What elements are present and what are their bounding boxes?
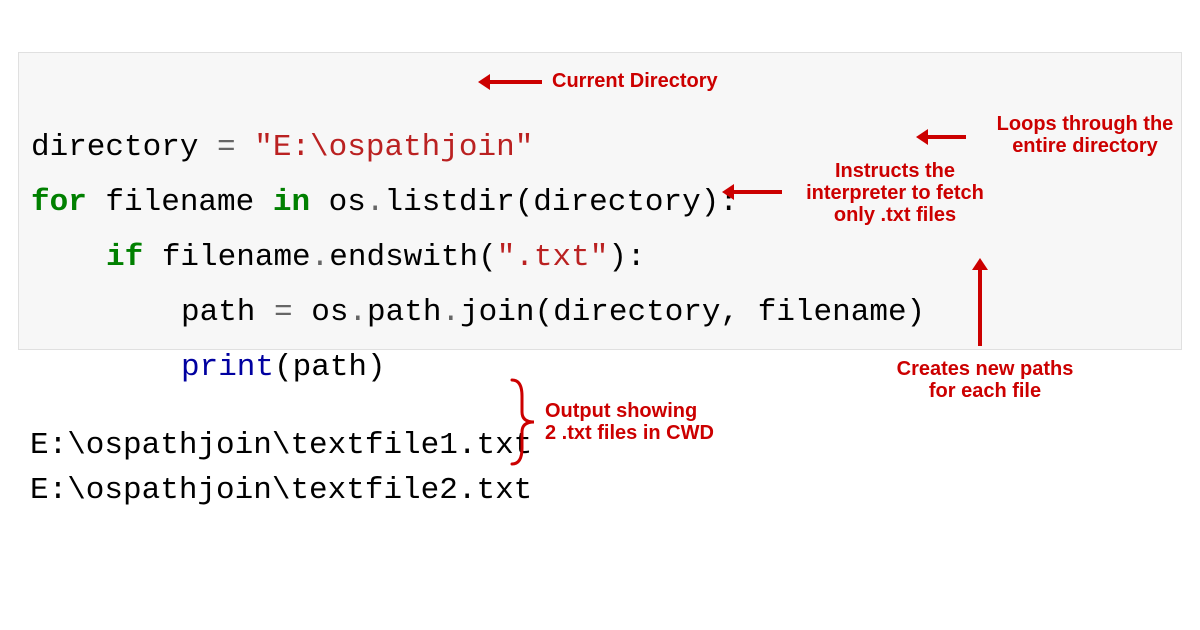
- code-line-3: if filename.endswith(".txt"):: [31, 240, 646, 275]
- annotation-current-directory: Current Directory: [552, 70, 718, 92]
- arrow-up-icon: [978, 268, 982, 346]
- code-line-1: directory = "E:\ospathjoin": [31, 130, 533, 165]
- code-line-2: for filename in os.listdir(directory):: [31, 185, 738, 220]
- brace-icon: [508, 376, 538, 468]
- arrow-left-icon: [732, 190, 782, 194]
- code-line-4: path = os.path.join(directory, filename): [31, 295, 925, 330]
- output-line-2: E:\ospathjoin\textfile2.txt: [30, 473, 532, 508]
- annotation-loops: Loops through the entire directory: [975, 113, 1195, 157]
- annotation-instructs: Instructs the interpreter to fetch only …: [790, 160, 1000, 226]
- code-block: directory = "E:\ospathjoin" for filename…: [18, 52, 1182, 350]
- output-line-1: E:\ospathjoin\textfile1.txt: [30, 428, 532, 463]
- annotation-creates: Creates new paths for each file: [880, 358, 1090, 402]
- output-block: E:\ospathjoin\textfile1.txt E:\ospathjoi…: [30, 378, 532, 513]
- arrow-left-icon: [926, 135, 966, 139]
- annotation-output: Output showing 2 .txt files in CWD: [545, 400, 745, 444]
- arrow-left-icon: [488, 80, 542, 84]
